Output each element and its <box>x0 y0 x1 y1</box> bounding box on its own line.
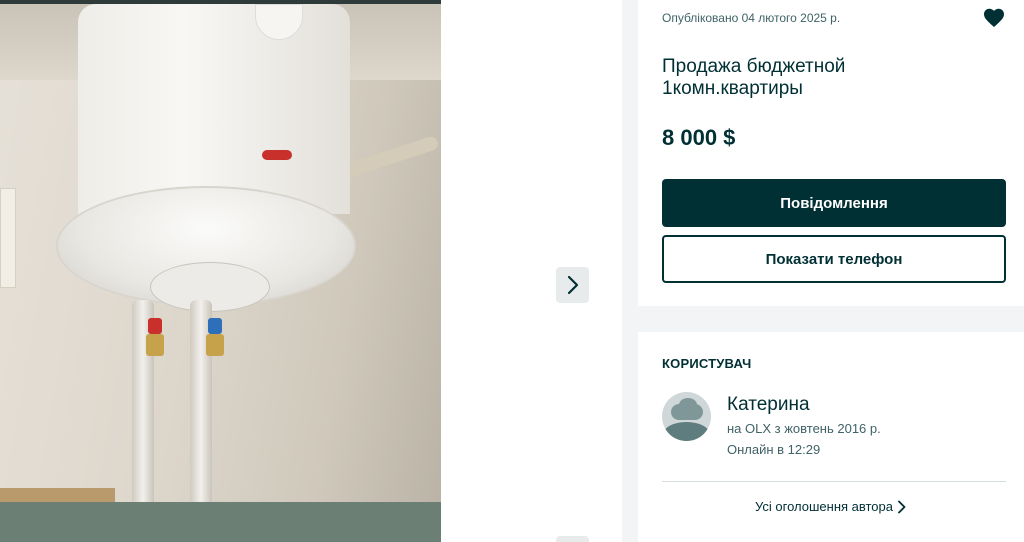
gallery-next-button[interactable] <box>556 267 589 303</box>
published-date: Опубліковано 04 лютого 2025 р. <box>662 11 841 25</box>
listing-photo[interactable] <box>0 0 441 542</box>
photo-floor <box>0 502 441 542</box>
photo-valve-blue <box>208 318 222 334</box>
show-phone-button[interactable]: Показати телефон <box>662 235 1006 283</box>
chevron-right-icon <box>898 500 906 513</box>
photo-valve-red <box>148 318 162 334</box>
photo-wall-frame <box>0 188 16 288</box>
user-section-heading: КОРИСТУВАЧ <box>662 356 752 371</box>
user-member-since: на OLX з жовтень 2016 р. <box>727 421 881 436</box>
avatar[interactable] <box>662 392 711 441</box>
ad-title: Продажа бюджетной 1комн.квартиры <box>662 56 846 99</box>
all-author-ads-label: Усі оголошення автора <box>755 499 893 514</box>
ad-price: 8 000 $ <box>662 125 736 150</box>
photo-fitting-right <box>206 334 224 356</box>
divider <box>662 481 1006 482</box>
heart-icon[interactable] <box>982 6 1006 30</box>
message-button[interactable]: Повідомлення <box>662 179 1006 227</box>
photo-gallery <box>0 0 622 542</box>
photo-fitting-left <box>146 334 164 356</box>
listing-page: Опубліковано 04 лютого 2025 р. Продажа б… <box>0 0 1024 542</box>
user-online-status: Онлайн в 12:29 <box>727 442 821 457</box>
all-author-ads-link[interactable]: Усі оголошення автора <box>638 499 1024 514</box>
photo-boiler-logo <box>262 150 292 160</box>
chevron-right-icon <box>567 275 578 295</box>
thumbnail-strip-edge <box>556 536 589 542</box>
photo-boiler-tank <box>78 4 350 214</box>
avatar-ground <box>664 422 709 441</box>
user-card: КОРИСТУВАЧ Катерина на OLX з жовтень 201… <box>638 332 1024 542</box>
avatar-cloud-base <box>671 404 703 420</box>
ad-summary-card: Опубліковано 04 лютого 2025 р. Продажа б… <box>638 0 1024 306</box>
user-name[interactable]: Катерина <box>727 394 810 416</box>
